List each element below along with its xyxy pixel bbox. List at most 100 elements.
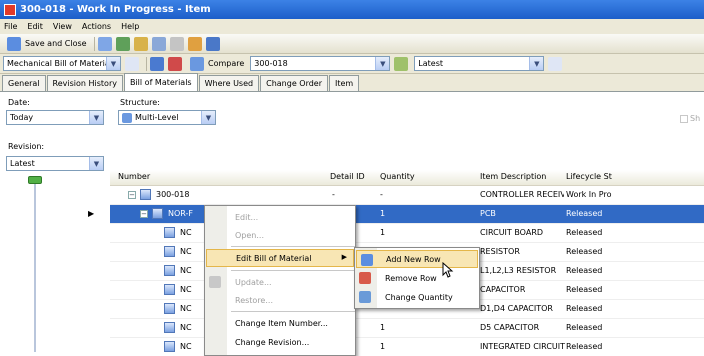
cell-quantity: 1 <box>380 209 386 218</box>
menu-item-change-revision[interactable]: Change Revision... <box>205 333 355 351</box>
compare-label: Compare <box>208 59 245 68</box>
table-row[interactable]: NC 1 D5 CAPACITOR Released <box>110 319 704 338</box>
menu-item-remove-row[interactable]: Remove Row <box>355 269 479 287</box>
table-row[interactable]: NC 1 INTEGRATED CIRCUIT 1 Released <box>110 338 704 356</box>
tab-where-used[interactable]: Where Used <box>198 75 260 91</box>
item-icon <box>164 246 175 257</box>
menu-edit[interactable]: Edit <box>27 22 43 31</box>
row-pointer-icon: ▶ <box>88 209 95 218</box>
cell-number: NOR-F <box>168 209 194 218</box>
item-icon <box>164 322 175 333</box>
date-select[interactable]: Today ▼ <box>6 110 104 125</box>
menu-view[interactable]: View <box>53 22 72 31</box>
submenu: Add New Row Remove Row Change Quantity <box>354 247 480 309</box>
menu-item-change-item-number[interactable]: Change Item Number... <box>205 314 355 332</box>
print-icon[interactable] <box>151 36 166 51</box>
cell-quantity: 1 <box>380 342 386 351</box>
table-row[interactable]: − 300-018 - - CONTROLLER RECEIVER Work I… <box>110 186 704 205</box>
chevron-down-icon: ▼ <box>375 57 390 70</box>
show-label-text: Sh <box>690 114 701 123</box>
collapse-icon[interactable]: − <box>128 191 136 199</box>
tab-change-order[interactable]: Change Order <box>260 75 329 91</box>
column-lifecycle-state[interactable]: Lifecycle St <box>566 172 612 181</box>
show-label: Sh <box>680 114 700 123</box>
revision-slider-handle[interactable] <box>28 176 42 184</box>
menu-item-edit[interactable]: Edit... <box>205 208 355 226</box>
tab-bill-of-materials[interactable]: Bill of Materials <box>123 73 198 91</box>
cell-description: INTEGRATED CIRCUIT 1 <box>480 342 566 351</box>
change-quantity-icon <box>359 291 371 303</box>
tab-general[interactable]: General <box>2 75 46 91</box>
column-detail-id[interactable]: Detail ID <box>330 172 365 181</box>
tab-item[interactable]: Item <box>329 75 360 91</box>
cell-lifecycle: Work In Pro <box>566 190 612 199</box>
menu-item-label: Restore... <box>235 295 273 305</box>
chevron-down-icon: ▼ <box>89 157 103 170</box>
menu-item-edit-bill-of-material[interactable]: Edit Bill of Material ▶ <box>206 249 354 267</box>
filter-icon[interactable] <box>125 56 139 71</box>
indent-icon[interactable] <box>150 56 164 71</box>
column-item-description[interactable]: Item Description <box>480 172 546 181</box>
menu-help[interactable]: Help <box>121 22 139 31</box>
properties-icon[interactable] <box>205 36 220 51</box>
menu-item-restore[interactable]: Restore... <box>205 291 355 309</box>
chevron-down-icon: ▼ <box>106 57 120 70</box>
table-row[interactable]: ▶ − NOR-F 1 PCB Released <box>88 205 704 224</box>
revision-slider-track[interactable] <box>34 176 36 352</box>
cell-quantity: 1 <box>380 323 386 332</box>
cell-quantity: - <box>380 190 383 199</box>
refresh-icon[interactable] <box>115 36 130 51</box>
menu-item-add-new-row[interactable]: Add New Row <box>356 250 478 268</box>
item-icon <box>164 303 175 314</box>
menu-item-update[interactable]: Update... <box>205 273 355 291</box>
menu-item-label: Change Revision... <box>235 337 310 347</box>
structure-select[interactable]: Multi-Level ▼ <box>118 110 216 125</box>
menu-file[interactable]: File <box>4 22 17 31</box>
cell-number: NC <box>180 323 192 332</box>
column-quantity[interactable]: Quantity <box>380 172 415 181</box>
submenu-arrow-icon: ▶ <box>341 253 347 261</box>
go-icon[interactable] <box>394 56 409 71</box>
column-number[interactable]: Number <box>118 172 150 181</box>
cell-lifecycle: Released <box>566 304 603 313</box>
cell-description: D5 CAPACITOR <box>480 323 540 332</box>
options-icon[interactable] <box>548 56 563 71</box>
menu-item-label: Change Quantity <box>385 292 453 302</box>
window-title: 300-018 - Work In Progress - Item <box>20 4 211 15</box>
compare-button[interactable]: Compare <box>186 56 248 72</box>
revision-compare-select[interactable]: Latest ▼ <box>414 56 545 71</box>
save-icon <box>7 36 21 51</box>
attach-icon[interactable] <box>169 36 184 51</box>
compare-item-select[interactable]: 300-018 ▼ <box>250 56 391 71</box>
date-label: Date: <box>8 98 30 107</box>
tab-strip: General Revision History Bill of Materia… <box>0 73 704 92</box>
view-toolbar: Mechanical Bill of Materials ▼ Compare 3… <box>0 54 704 74</box>
view-select[interactable]: Mechanical Bill of Materials ▼ <box>3 56 121 71</box>
app-icon <box>4 3 16 16</box>
copy-icon[interactable] <box>97 36 112 51</box>
revision-select[interactable]: Latest ▼ <box>6 156 104 171</box>
lifecycle-icon[interactable] <box>187 36 202 51</box>
cell-lifecycle: Released <box>566 342 603 351</box>
outdent-icon[interactable] <box>168 56 182 71</box>
cell-number: NC <box>180 247 192 256</box>
show-checkbox[interactable] <box>680 114 688 123</box>
add-row-icon <box>361 254 373 266</box>
compare-icon <box>190 56 204 71</box>
folder-icon[interactable] <box>133 36 148 51</box>
cell-description: PCB <box>480 209 496 218</box>
collapse-icon[interactable]: − <box>140 210 148 218</box>
item-icon <box>164 227 175 238</box>
mouse-cursor-icon <box>442 262 454 278</box>
menu-actions[interactable]: Actions <box>82 22 111 31</box>
menu-item-open[interactable]: Open... <box>205 226 355 244</box>
cell-lifecycle: Released <box>566 228 603 237</box>
save-and-close-button[interactable]: Save and Close <box>3 36 91 52</box>
tab-revision-history[interactable]: Revision History <box>46 75 123 91</box>
table-row[interactable]: NC 1 CIRCUIT BOARD Released <box>110 224 704 243</box>
cell-description: CIRCUIT BOARD <box>480 228 544 237</box>
menu-item-change-quantity[interactable]: Change Quantity <box>355 288 479 306</box>
cell-number: NC <box>180 228 192 237</box>
cell-description: RESISTOR <box>480 247 520 256</box>
menu-separator <box>231 246 355 247</box>
